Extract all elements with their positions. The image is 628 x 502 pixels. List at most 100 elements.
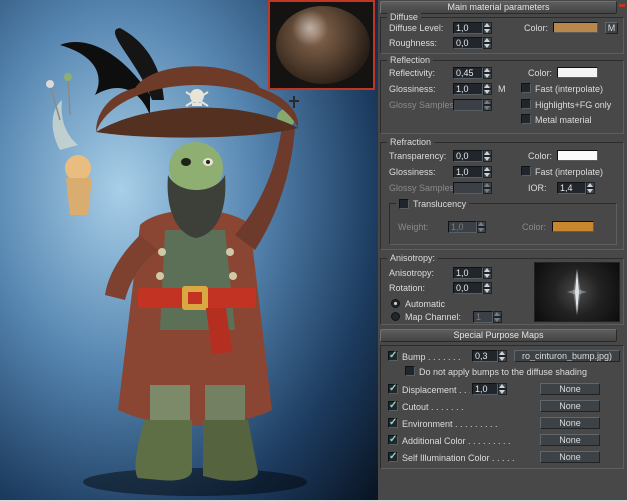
roughness-input[interactable] [453, 37, 483, 49]
reflectivity-label: Reflectivity: [389, 68, 435, 79]
diffuse-map-button[interactable]: M [605, 22, 618, 34]
reflection-glossiness-map[interactable]: M [498, 84, 506, 95]
environment-map-button[interactable]: None [540, 417, 600, 429]
anisotropy-spinner[interactable] [483, 267, 492, 279]
cutout-label: Cutout . . . . . . . [402, 402, 464, 413]
anisotropy-label: Anisotropy: [389, 268, 434, 279]
material-preview-sphere [276, 6, 370, 84]
anisotropy-group: Anisotropy: Anisotropy: Rotation: Automa… [380, 258, 624, 325]
automatic-radio[interactable] [391, 299, 400, 308]
refraction-color-swatch[interactable] [557, 150, 598, 161]
diffuse-group-title: Diffuse [387, 12, 421, 23]
reflection-group-title: Reflection [387, 55, 433, 66]
fast-interpolate-label: Fast (interpolate) [535, 84, 603, 95]
rotation-input[interactable] [453, 282, 483, 294]
cutout-checkbox[interactable] [388, 401, 398, 411]
roughness-spinner[interactable] [483, 37, 492, 49]
bump-map-button[interactable]: ro_cinturon_bump.jpg) [514, 350, 620, 362]
reflection-glossiness-spinner[interactable] [483, 83, 492, 95]
glossy-samples-input [453, 99, 483, 111]
displacement-checkbox[interactable] [388, 384, 398, 394]
reflection-glossiness-input[interactable] [453, 83, 483, 95]
reflection-color-label: Color: [528, 68, 552, 79]
translucency-title: Translucency [413, 199, 466, 209]
self-illumination-label: Self Illumination Color . . . . . [402, 453, 515, 464]
diffuse-color-label: Color: [524, 23, 548, 34]
rollout-special-header[interactable]: Special Purpose Maps [380, 329, 617, 342]
transparency-spinner[interactable] [483, 150, 492, 162]
additional-color-map-button[interactable]: None [540, 434, 600, 446]
translucency-color-label: Color: [522, 222, 546, 233]
automatic-label: Automatic [405, 299, 445, 310]
fast-interpolate-checkbox[interactable] [521, 83, 531, 93]
additional-color-checkbox[interactable] [388, 435, 398, 445]
bump-note-checkbox[interactable] [405, 366, 415, 376]
diffuse-color-swatch[interactable] [553, 22, 598, 33]
self-illumination-map-button[interactable]: None [540, 451, 600, 463]
ior-spinner[interactable] [586, 182, 595, 194]
bump-checkbox[interactable] [388, 351, 398, 361]
bump-note-label: Do not apply bumps to the diffuse shadin… [419, 367, 587, 378]
material-parameters-panel: Main material parameters Diffuse Diffuse… [378, 0, 627, 500]
refraction-fast-interpolate-label: Fast (interpolate) [535, 167, 603, 178]
reflection-color-swatch[interactable] [557, 67, 598, 78]
map-channel-label: Map Channel: [405, 312, 461, 323]
diffuse-level-input[interactable] [453, 22, 483, 34]
anisotropy-highlight-graphic [535, 263, 619, 321]
refraction-glossy-samples-spinner [483, 182, 492, 194]
self-illumination-checkbox[interactable] [388, 452, 398, 462]
displacement-map-button[interactable]: None [540, 383, 600, 395]
displacement-amount-spinner[interactable] [498, 383, 507, 395]
refraction-fast-interpolate-checkbox[interactable] [521, 166, 531, 176]
ior-input[interactable] [557, 182, 586, 194]
environment-checkbox[interactable] [388, 418, 398, 428]
material-preview-slot[interactable] [268, 0, 375, 90]
reflection-glossiness-label: Glossiness: [389, 84, 436, 95]
metal-material-checkbox[interactable] [521, 114, 531, 124]
rotation-spinner[interactable] [483, 282, 492, 294]
displacement-amount-input[interactable] [472, 383, 498, 395]
map-channel-input [473, 311, 493, 323]
displacement-label: Displacement . . . [402, 385, 470, 396]
reflectivity-input[interactable] [453, 67, 483, 79]
map-channel-radio[interactable] [391, 312, 400, 321]
diffuse-level-label: Diffuse Level: [389, 23, 443, 34]
scroll-indicator[interactable] [619, 4, 625, 7]
cutout-map-button[interactable]: None [540, 400, 600, 412]
refraction-glossy-samples-input [453, 182, 483, 194]
weight-spinner [477, 221, 486, 233]
refraction-glossiness-input[interactable] [453, 166, 483, 178]
map-channel-spinner [493, 311, 502, 323]
additional-color-label: Additional Color . . . . . . . . . [402, 436, 511, 447]
translucency-color-swatch[interactable] [552, 221, 594, 232]
translucency-checkbox[interactable] [399, 199, 409, 209]
transparency-label: Transparency: [389, 151, 446, 162]
highlights-fg-checkbox[interactable] [521, 99, 531, 109]
translucency-group: Translucency Weight: Color: [389, 203, 617, 245]
diffuse-level-spinner[interactable] [483, 22, 492, 34]
refraction-color-label: Color: [528, 151, 552, 162]
anisotropy-input[interactable] [453, 267, 483, 279]
glossy-samples-label: Glossy Samples: [389, 100, 457, 111]
refraction-group: Refraction Transparency: Color: Glossine… [380, 142, 624, 250]
reflectivity-spinner[interactable] [483, 67, 492, 79]
refraction-glossiness-spinner[interactable] [483, 166, 492, 178]
anisotropy-preview [534, 262, 620, 322]
rotation-label: Rotation: [389, 283, 425, 294]
highlights-fg-label: Highlights+FG only [535, 100, 611, 111]
bump-amount-spinner[interactable] [498, 350, 507, 362]
screenshot-root: Main material parameters Diffuse Diffuse… [0, 0, 628, 502]
diffuse-group: Diffuse Diffuse Level: Color: M Roughnes… [380, 17, 624, 54]
transparency-input[interactable] [453, 150, 483, 162]
character-render [0, 0, 378, 500]
refraction-glossiness-label: Glossiness: [389, 167, 436, 178]
environment-label: Environment . . . . . . . . . [402, 419, 498, 430]
glossy-samples-spinner [483, 99, 492, 111]
translucency-legend: Translucency [396, 198, 469, 210]
bump-amount-input[interactable] [472, 350, 498, 362]
refraction-glossy-samples-label: Glossy Samples: [389, 183, 457, 194]
reflection-group: Reflection Reflectivity: Color: Glossine… [380, 60, 624, 134]
roughness-label: Roughness: [389, 38, 437, 49]
weight-input [448, 221, 477, 233]
anisotropy-group-title: Anisotropy: [387, 253, 438, 264]
